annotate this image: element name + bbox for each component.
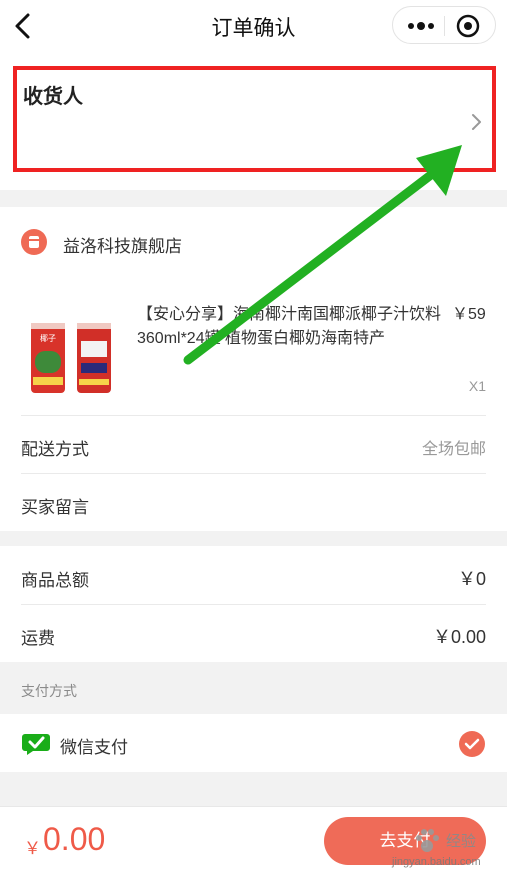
store-name: 益洛科技旗舰店 <box>63 237 182 256</box>
payment-method-name: 微信支付 <box>60 738 128 757</box>
more-dots-icon[interactable] <box>403 14 439 38</box>
goods-total-label: 商品总额 <box>21 571 89 590</box>
product-title[interactable]: 【安心分享】海南椰汁南国椰派椰子汁饮料 360ml*24罐 植物蛋白椰奶海南特产 <box>137 303 493 351</box>
total-currency: ￥ <box>24 839 41 858</box>
delivery-label: 配送方式 <box>21 440 89 459</box>
chevron-right-icon <box>472 114 481 130</box>
goods-total-value: ￥0 <box>457 569 486 589</box>
baidu-jingyan-watermark: 经验 jingyan.baidu.com <box>392 822 504 872</box>
store-card: 益洛科技旗舰店 椰子 【安心分享】海南椰汁南国椰派椰子汁饮料 360ml*24罐… <box>0 207 507 531</box>
shipping-value: ￥0.00 <box>432 627 486 647</box>
product-price: ￥59 <box>452 306 486 323</box>
buyer-message-row[interactable]: 买家留言 <box>21 473 486 531</box>
store-logo-icon <box>21 229 47 255</box>
wechat-pay-icon <box>22 734 50 755</box>
payment-section-label: 支付方式 <box>21 683 77 699</box>
totals-card: 商品总额 ￥0 运费 ￥0.00 <box>0 546 507 662</box>
payment-option-wechat[interactable]: 微信支付 <box>0 714 507 772</box>
product-quantity: X1 <box>468 378 486 394</box>
product-image[interactable]: 椰子 <box>21 307 117 399</box>
highlight-box <box>13 66 496 172</box>
total-amount: 0.00 <box>43 821 106 857</box>
consignee-label: 收货人 <box>23 86 83 108</box>
shipping-label: 运费 <box>21 629 55 648</box>
delivery-value: 全场包邮 <box>421 441 486 458</box>
buyer-message-label: 买家留言 <box>21 498 89 517</box>
delivery-row[interactable]: 配送方式 全场包邮 <box>21 415 486 473</box>
can-label: 椰子 <box>40 333 56 343</box>
watermark-site: jingyan.baidu.com <box>392 856 481 868</box>
nav-bar: 订单确认 <box>0 0 507 52</box>
close-circle-icon[interactable] <box>455 13 481 39</box>
selected-check-icon[interactable] <box>459 731 485 757</box>
paw-logo-icon <box>416 829 439 852</box>
divider <box>21 604 486 605</box>
product-name: 【安心分享】海南椰汁南国椰派椰子汁饮料 360ml*24罐 植物蛋白椰奶海南特产 <box>137 306 442 347</box>
consignee-section[interactable]: 收货人 <box>0 52 507 190</box>
watermark-text: 经验 <box>446 833 477 850</box>
mini-program-capsule <box>392 6 496 44</box>
capsule-divider <box>444 16 445 36</box>
